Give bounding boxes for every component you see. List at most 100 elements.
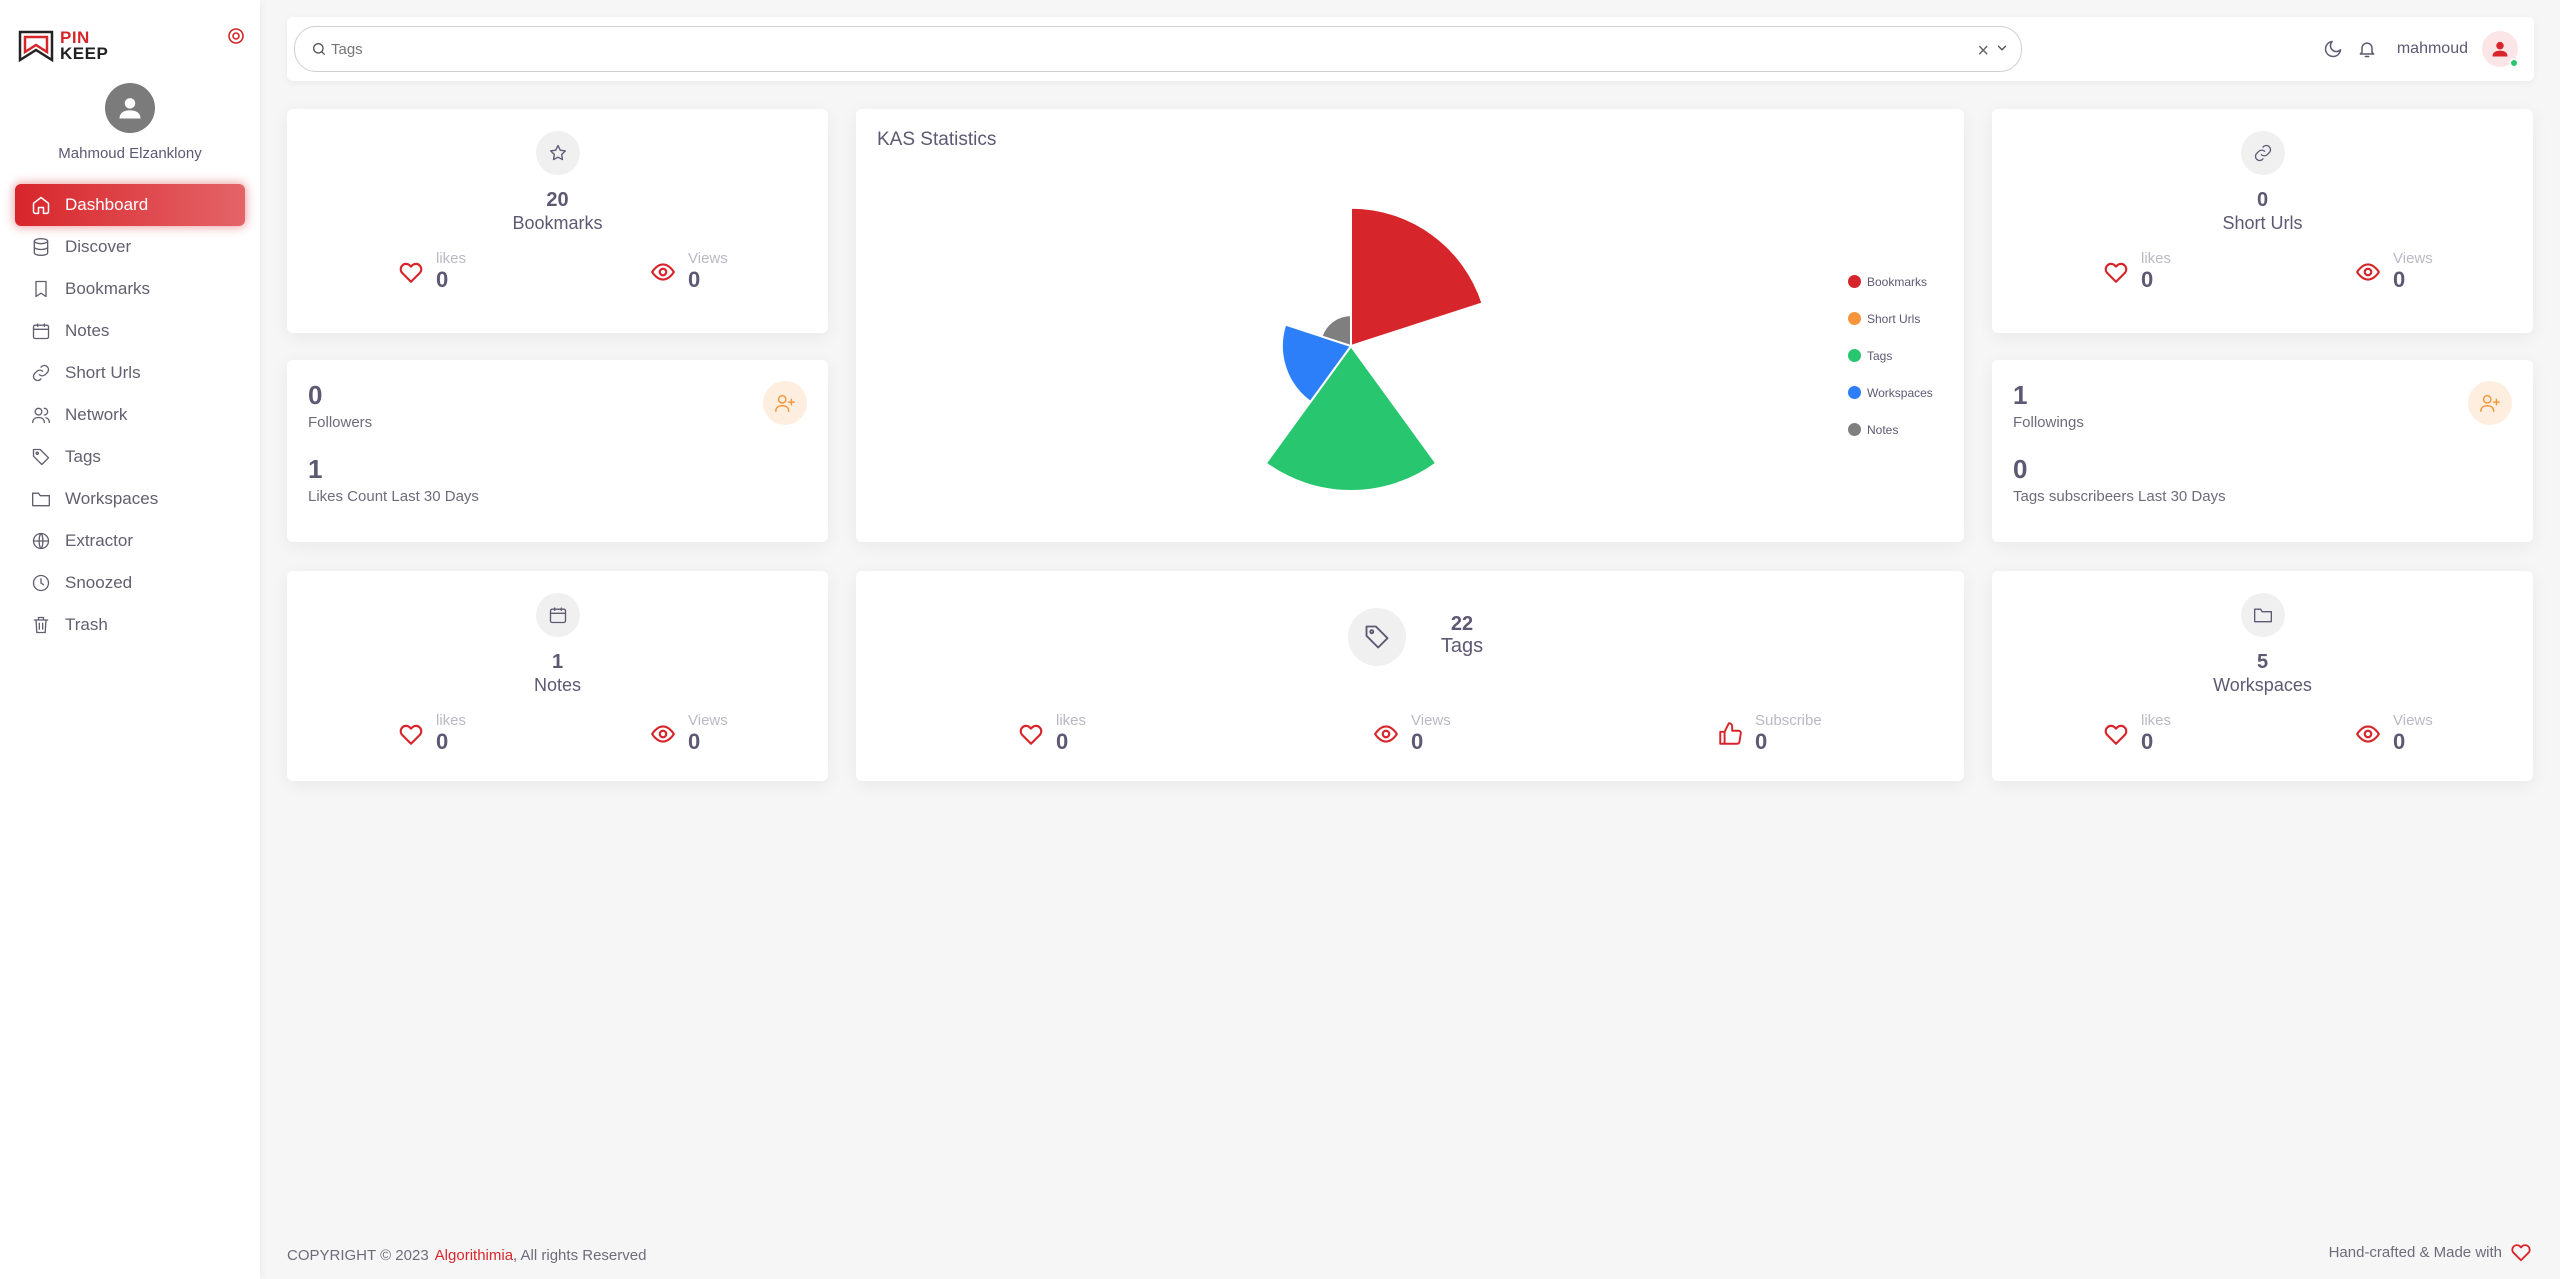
star-icon [549,144,566,161]
sidebar-item-label: Short Urls [65,363,141,382]
legend-item-notes[interactable]: Notes [1848,411,1933,448]
legend-item-tags[interactable]: Tags [1848,337,1933,374]
notes-card: 1 Notes likes 0 Views 0 [287,571,828,781]
globe-icon [32,532,50,550]
tag-icon [1365,625,1389,649]
username-label[interactable]: mahmoud [2397,40,2468,58]
views-label: Views [1411,712,1451,729]
views-metric: Views 0 [650,251,728,293]
likes-metric: likes 0 [2103,713,2171,755]
calendar-icon-circle [535,593,580,637]
sidebar-item-extractor[interactable]: Extractor [15,520,245,562]
followings-card: 1 Followings 0 Tags subscribeers Last 30… [1992,360,2533,542]
sidebar-item-label: Snoozed [65,573,133,592]
eye-icon [650,725,676,743]
copyright-text: COPYRIGHT © 2023 [287,1247,429,1264]
tags-search-select[interactable]: × [294,26,2022,72]
short-urls-label: Short Urls [2222,213,2303,233]
followers-count: 0 [308,380,323,410]
legend-item-workspaces[interactable]: Workspaces [1848,374,1933,411]
views-value: 0 [688,267,701,292]
trash-icon [33,616,49,634]
clear-icon[interactable]: × [1977,40,1989,63]
user-full-name: Mahmoud Elzanklony [58,145,202,162]
sidebar-item-workspaces[interactable]: Workspaces [15,478,245,520]
legend-item-bookmarks[interactable]: Bookmarks [1848,263,1933,300]
moon-icon[interactable] [2323,39,2343,59]
likes-value: 0 [2141,267,2154,292]
bookmarks-card: 20 Bookmarks likes 0 Views 0 [287,109,828,333]
sidebar-toggle-icon[interactable] [227,27,245,45]
views-value: 0 [2393,729,2406,754]
sidebar-item-tags[interactable]: Tags [15,436,245,478]
star-icon-circle [535,131,580,175]
brand-link[interactable]: Algorithimia [435,1247,513,1264]
sidebar-item-label: Network [65,405,128,424]
legend-item-short-urls[interactable]: Short Urls [1848,300,1933,337]
bell-icon[interactable] [2357,39,2377,59]
likes-label: likes [2141,712,2172,729]
sidebar-item-label: Dashboard [65,195,149,214]
link-icon [2254,144,2271,162]
link-icon [32,364,50,382]
notes-label: Notes [533,675,582,695]
views-value: 0 [1411,729,1424,754]
folder-icon [31,492,50,507]
user-plus-icon [775,394,795,412]
legend-label: Bookmarks [1867,274,1928,289]
tags-count: 22 [1450,613,1474,635]
top-navbar: × mahmoud [287,17,2534,81]
user-plus-icon [2480,394,2500,412]
sidebar-item-trash[interactable]: Trash [15,604,245,646]
tags-subscribers-count: 0 [2013,454,2028,484]
views-value: 0 [2393,267,2406,292]
likes-metric: likes 0 [1018,713,1086,755]
folder-icon [2253,608,2272,623]
user-avatar-menu[interactable] [2482,31,2519,68]
kas-statistics-card: KAS Statistics Bookmarks Short Urls Tags… [856,109,1964,542]
footer-credit: Hand-crafted & Made with [2329,1241,2532,1263]
chart-slices [1264,206,1484,492]
eye-icon [2355,263,2381,281]
chart-slice-bookmarks[interactable] [1350,206,1484,348]
sidebar-item-short-urls[interactable]: Short Urls [15,352,245,394]
sidebar-nav: Dashboard Discover Bookmarks Notes Short… [15,184,245,646]
likes-label: likes [436,712,467,729]
heart-icon [2511,1244,2531,1262]
add-follower-circle [763,381,807,425]
sidebar-item-discover[interactable]: Discover [15,226,245,268]
legend-dot [1848,423,1861,436]
workspaces-count: 5 [2256,651,2269,673]
search-input[interactable] [331,40,2021,58]
heart-icon [2104,262,2128,283]
chart-legend: Bookmarks Short Urls Tags Workspaces Not… [1848,263,1933,448]
views-label: Views [2393,250,2433,267]
views-metric: Views 0 [2355,251,2433,293]
legend-dot [1848,349,1861,362]
sidebar-item-label: Extractor [65,531,134,550]
sidebar-item-notes[interactable]: Notes [15,310,245,352]
likes-30-days-label: Likes Count Last 30 Days [308,488,479,505]
sidebar-item-network[interactable]: Network [15,394,245,436]
tag-icon [32,448,50,466]
sidebar-item-bookmarks[interactable]: Bookmarks [15,268,245,310]
sidebar-item-label: Notes [65,321,110,340]
link-icon-circle [2240,131,2285,175]
legend-dot [1848,386,1861,399]
sidebar-item-dashboard[interactable]: Dashboard [15,184,245,226]
heart-icon [1019,724,1043,745]
heart-icon [399,262,423,283]
likes-label: likes [436,250,467,267]
views-metric: Views 0 [2355,713,2433,755]
likes-value: 0 [436,729,449,754]
chevron-down-icon[interactable] [1995,41,2009,55]
database-icon [33,238,49,257]
sidebar-item-snoozed[interactable]: Snoozed [15,562,245,604]
workspaces-card: 5 Workspaces likes 0 Views 0 [1992,571,2533,781]
app-logo[interactable]: PIN KEEP [18,28,114,64]
likes-label: likes [1056,712,1087,729]
legend-dot [1848,275,1861,288]
home-icon [32,196,50,215]
legend-label: Tags [1867,348,1893,363]
sidebar-item-label: Tags [65,447,101,466]
